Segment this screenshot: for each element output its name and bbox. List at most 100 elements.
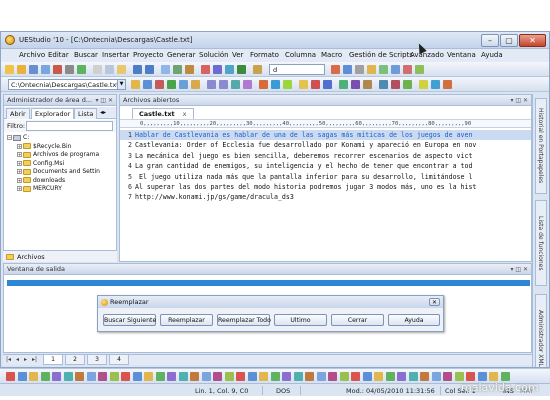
minimize-button[interactable]: –	[481, 34, 499, 47]
uppercase-icon[interactable]	[259, 80, 268, 89]
find-icon[interactable]	[161, 65, 170, 74]
print-icon[interactable]	[65, 65, 74, 74]
find-next-button[interactable]: Buscar Siguiente	[103, 314, 156, 326]
lowercase-icon[interactable]	[271, 80, 280, 89]
toolbar-icon[interactable]	[328, 372, 337, 381]
code-line[interactable]: 6 Al superar las dos partes del modo hist…	[120, 182, 531, 192]
format-icon[interactable]	[283, 80, 292, 89]
toolbar-icon[interactable]	[155, 372, 165, 381]
tab-abrir[interactable]: Abrir	[6, 108, 30, 119]
toolbar-icon[interactable]	[224, 372, 234, 381]
toolbar-icon[interactable]	[500, 372, 510, 381]
output-tab-2[interactable]: 2	[65, 355, 85, 365]
build-icon[interactable]	[343, 65, 352, 74]
macro-record-icon[interactable]	[403, 65, 412, 74]
template-icon[interactable]	[299, 80, 308, 89]
document-tab-castle[interactable]: Castle.txt x	[132, 108, 194, 119]
undo-icon[interactable]	[133, 65, 142, 74]
bold-icon[interactable]	[143, 80, 152, 89]
toolbar-icon[interactable]	[420, 372, 429, 381]
replace-all-button[interactable]: Reemplazar Todo	[217, 314, 271, 326]
panel-pin-close-icons[interactable]: ▾ ◫ ✕	[510, 264, 528, 274]
menu-proyecto[interactable]: Proyecto	[133, 51, 163, 59]
project-icon[interactable]	[391, 65, 400, 74]
toolbar-icon[interactable]	[6, 372, 15, 381]
hex-mode-icon[interactable]	[191, 80, 200, 89]
help-button[interactable]: Ayuda	[388, 314, 440, 326]
menu-columna[interactable]: Columna	[285, 51, 316, 59]
tree-item[interactable]: − C:	[4, 134, 116, 143]
uncomment-icon[interactable]	[243, 80, 252, 89]
open-folder-icon[interactable]	[17, 65, 26, 74]
replace-button[interactable]: Reemplazar	[160, 314, 213, 326]
toolbar-icon[interactable]	[316, 372, 326, 381]
expand-icon[interactable]: +	[17, 152, 22, 157]
toolbar-icon[interactable]	[63, 372, 73, 381]
expand-icon[interactable]: +	[17, 143, 22, 149]
last-tab-icon[interactable]: ▸|	[32, 356, 37, 363]
dialog-close-button[interactable]: ✕	[429, 298, 440, 306]
menu-editar[interactable]: Editar	[48, 51, 69, 59]
quick-find-input[interactable]: d	[269, 64, 325, 75]
tree-item[interactable]: + downloads	[4, 177, 116, 186]
expand-icon[interactable]: +	[17, 160, 22, 166]
validate-icon[interactable]	[339, 80, 348, 89]
tree-item[interactable]: + Archivos de programa	[4, 151, 116, 160]
svn-icon[interactable]	[379, 80, 388, 89]
panel-pin-close-icons[interactable]: ▾ ◫ ✕	[510, 95, 528, 105]
menu-ver[interactable]: Ver	[232, 51, 243, 59]
toolbar-icon[interactable]	[454, 372, 464, 381]
new-file-icon[interactable]	[5, 65, 14, 74]
toolbar-icon[interactable]	[477, 372, 487, 381]
toolbar-icon[interactable]	[270, 372, 280, 381]
code-line[interactable]: 1 Hablar de Castlevania es hablar de una …	[120, 130, 531, 141]
toolbar-icon[interactable]	[293, 372, 303, 381]
indent-icon[interactable]	[207, 80, 216, 89]
bookmark-icon[interactable]	[201, 65, 210, 74]
code-line[interactable]: 2 Castlevania: Order of Ecclesia fue desa…	[120, 140, 531, 150]
first-tab-icon[interactable]: |◂	[6, 356, 11, 363]
chevron-down-icon[interactable]: ▼	[117, 80, 125, 89]
toolbar-icon[interactable]	[362, 372, 372, 381]
copy-icon[interactable]	[105, 65, 114, 74]
run-icon[interactable]	[331, 65, 340, 74]
html-tag-icon[interactable]	[167, 80, 176, 89]
toolbar-icon[interactable]	[75, 372, 84, 381]
expand-icon[interactable]: +	[17, 177, 22, 183]
comment-icon[interactable]	[231, 80, 240, 89]
toolbar-icon[interactable]	[282, 372, 291, 381]
toolbar-icon[interactable]	[109, 372, 119, 381]
toolbar-icon[interactable]	[86, 372, 96, 381]
tree-item[interactable]: + Config.Msi	[4, 160, 116, 169]
expand-icon[interactable]: +	[17, 169, 22, 174]
tab-lista[interactable]: Lista	[74, 108, 98, 119]
zoom-icon[interactable]	[431, 80, 440, 89]
outdent-icon[interactable]	[219, 80, 228, 89]
options-icon[interactable]	[443, 80, 452, 89]
menu-ventana[interactable]: Ventana	[447, 51, 476, 59]
toolbar-icon[interactable]	[305, 372, 314, 381]
toolbar-icon[interactable]	[466, 372, 475, 381]
tree-item[interactable]: + $Recycle.Bin	[4, 143, 116, 152]
macro-play-icon[interactable]	[415, 65, 424, 74]
toolbar-icon[interactable]	[17, 372, 27, 381]
panel-pin-close-icons[interactable]: ▾ ◫ ✕	[95, 95, 113, 105]
maximize-button[interactable]: ▢	[500, 34, 518, 47]
menu-buscar[interactable]: Buscar	[74, 51, 98, 59]
output-tab-3[interactable]: 3	[87, 355, 107, 365]
toolbar-icon[interactable]	[213, 372, 222, 381]
cvs-icon[interactable]	[391, 80, 400, 89]
code-area[interactable]: 1 Hablar de Castlevania es hablar de una …	[120, 130, 531, 203]
prev-tab-icon[interactable]: ◂	[16, 356, 19, 363]
close-button[interactable]: ✕	[519, 34, 546, 47]
toolbar-icon[interactable]	[121, 372, 130, 381]
web-browser-icon[interactable]	[253, 65, 262, 74]
next-tab-icon[interactable]: ▸	[24, 356, 27, 363]
expand-icon[interactable]: −	[7, 135, 12, 140]
toolbar-icon[interactable]	[351, 372, 360, 381]
find-in-files-icon[interactable]	[185, 65, 194, 74]
save-all-icon[interactable]	[41, 65, 50, 74]
toolbar-icon[interactable]	[408, 372, 418, 381]
expand-icon[interactable]: +	[17, 186, 22, 191]
ftp-icon[interactable]	[367, 65, 376, 74]
